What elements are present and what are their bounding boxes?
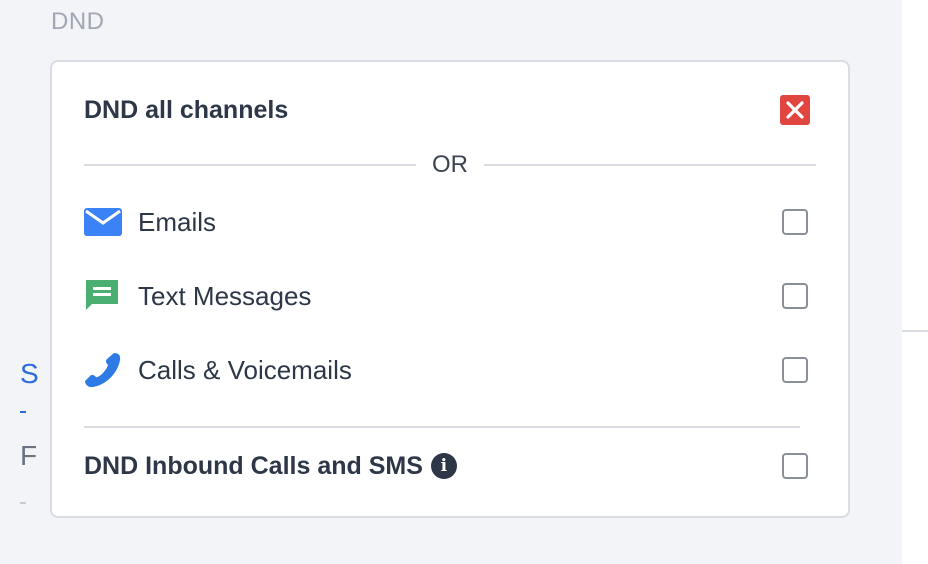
- text-messages-checkbox[interactable]: [782, 283, 808, 309]
- channel-label: Emails: [138, 206, 217, 237]
- dnd-all-channels-label: DND all channels: [84, 95, 289, 124]
- chat-message-icon: [86, 280, 118, 312]
- phone-icon: [84, 351, 122, 389]
- divider: [84, 426, 800, 428]
- dnd-inbound-checkbox[interactable]: [782, 453, 808, 479]
- or-separator: OR: [84, 150, 816, 180]
- channel-label: Calls & Voicemails: [138, 354, 352, 385]
- close-x-icon: [786, 101, 804, 119]
- or-line-right: [484, 164, 816, 166]
- dnd-all-channels-row: DND all channels: [84, 92, 810, 128]
- dnd-inbound-row: DND Inbound Calls and SMS i: [84, 446, 808, 486]
- envelope-icon: [84, 208, 122, 236]
- side-link-underline: [20, 411, 26, 413]
- dnd-card: DND all channels OR Emails Text Messages…: [50, 60, 850, 518]
- or-label: OR: [432, 151, 468, 178]
- section-title: DND: [51, 8, 105, 35]
- dnd-all-channels-checkbox[interactable]: [780, 95, 810, 125]
- side-text: F: [20, 440, 38, 471]
- side-link[interactable]: S: [20, 358, 39, 390]
- channel-row-emails: Emails: [84, 202, 808, 242]
- side-divider: [902, 330, 928, 332]
- emails-checkbox[interactable]: [782, 209, 808, 235]
- dnd-inbound-label: DND Inbound Calls and SMS: [84, 451, 423, 480]
- side-divider-2: [20, 502, 26, 504]
- side-panel: [902, 0, 928, 564]
- calls-voicemails-checkbox[interactable]: [782, 357, 808, 383]
- info-icon[interactable]: i: [430, 453, 457, 479]
- channel-row-calls: Calls & Voicemails: [84, 350, 808, 390]
- channel-row-text-messages: Text Messages: [84, 276, 808, 316]
- or-line-left: [84, 164, 416, 166]
- channel-label: Text Messages: [138, 280, 312, 311]
